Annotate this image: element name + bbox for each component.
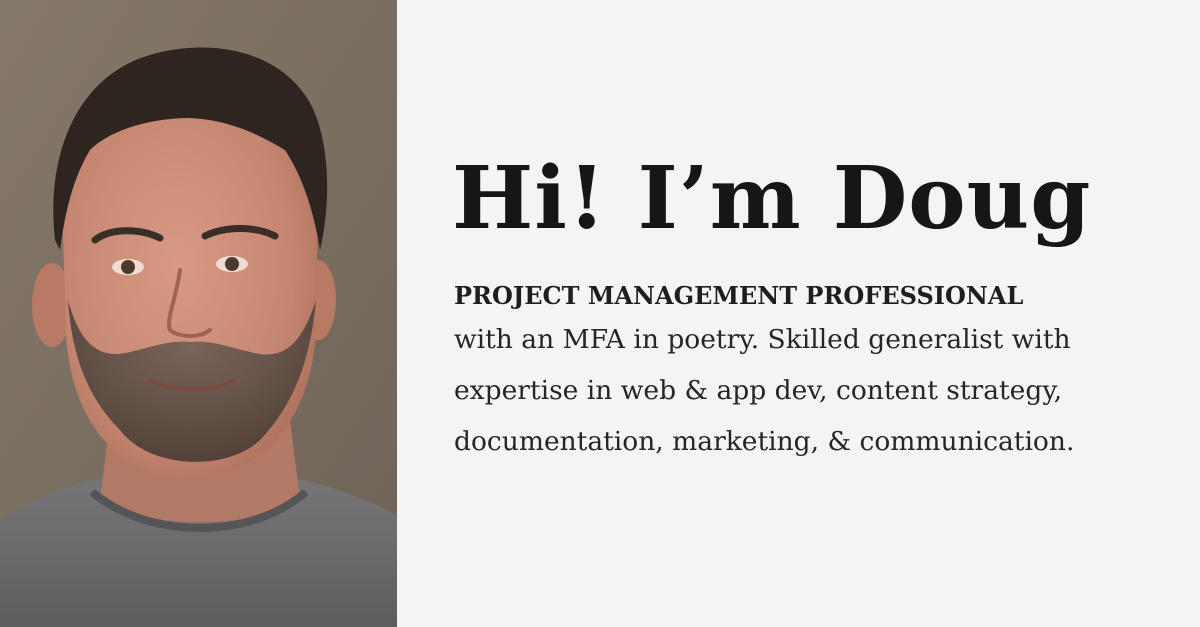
- job-title: PROJECT MANAGEMENT PROFESSIONAL: [454, 281, 1024, 310]
- intro-card: Hi! I’m Doug PROJECT MANAGEMENT PROFESSI…: [0, 0, 1200, 627]
- bio-line: expertise in web & app dev, content stra…: [454, 375, 1063, 406]
- bio-paragraph: with an MFA in poetry. Skilled generalis…: [454, 314, 1172, 467]
- bio-line: documentation, marketing, & communicatio…: [454, 426, 1075, 457]
- intro-text: Hi! I’m Doug PROJECT MANAGEMENT PROFESSI…: [452, 140, 1172, 467]
- bio-line: with an MFA in poetry. Skilled generalis…: [454, 324, 1071, 355]
- profile-photo: [0, 0, 397, 627]
- headline: Hi! I’m Doug: [452, 148, 1092, 249]
